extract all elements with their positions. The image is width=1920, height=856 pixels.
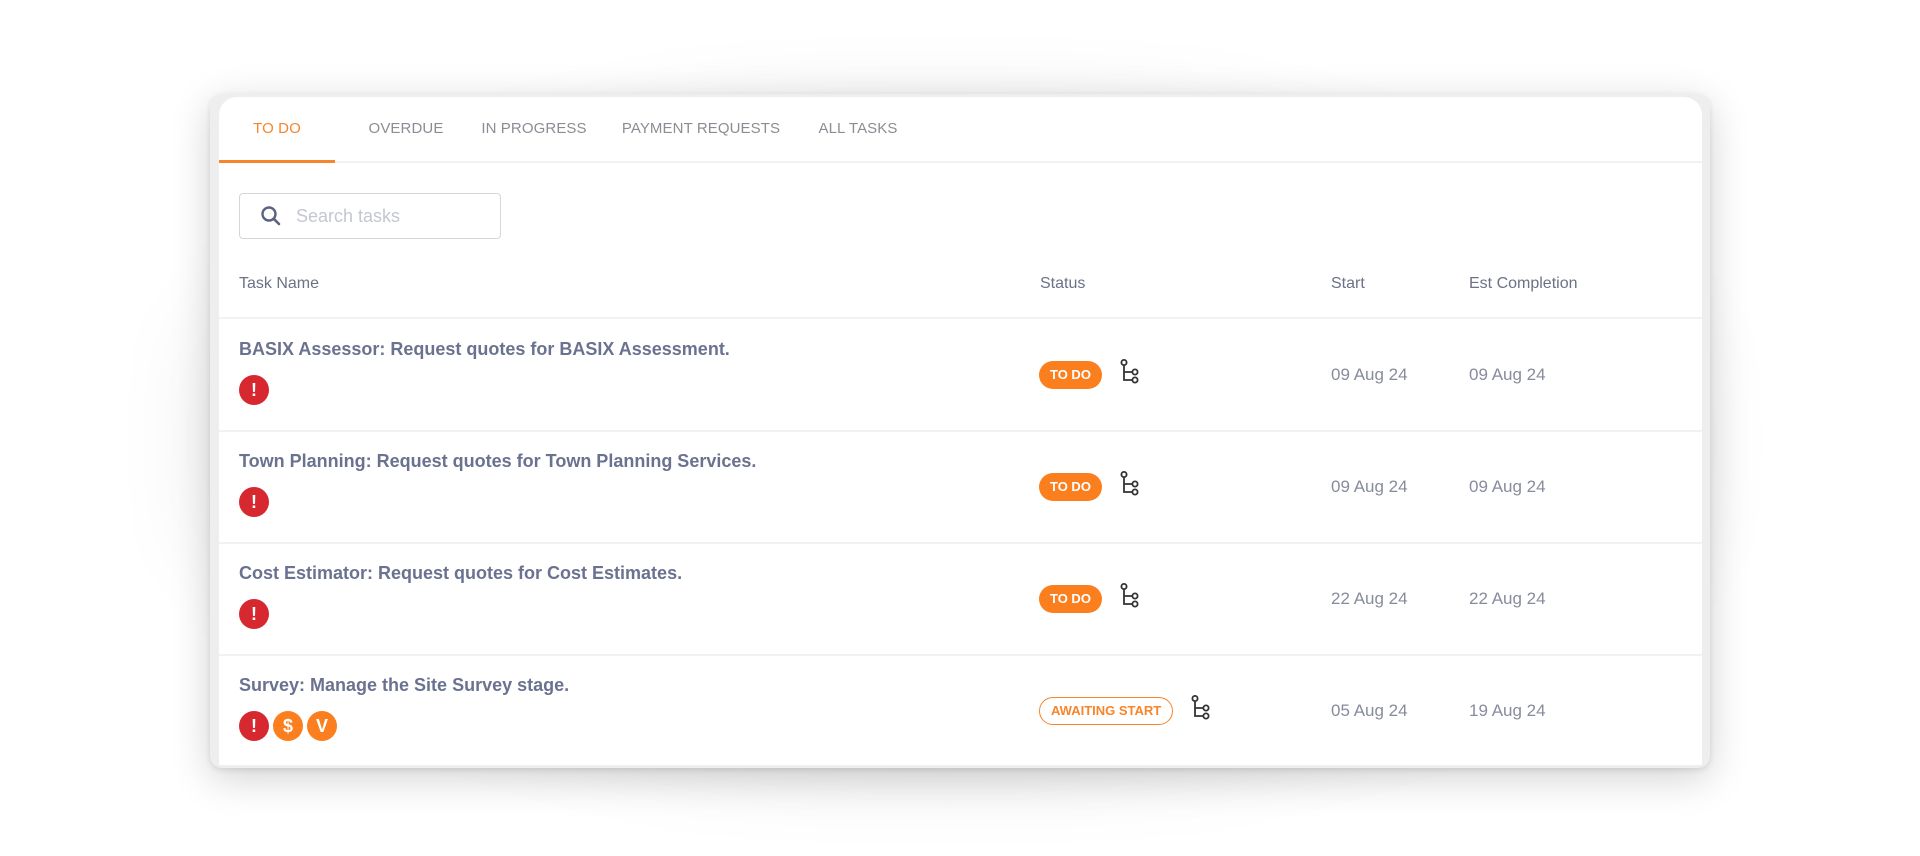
est-completion-date: 19 Aug 24	[1469, 701, 1546, 720]
status-badge: TO DO	[1039, 584, 1102, 613]
est-completion-date: 09 Aug 24	[1469, 477, 1546, 496]
task-badges: !	[239, 375, 273, 405]
status-cell: AWAITING START	[1039, 695, 1211, 726]
tab-overdue[interactable]: OVERDUE	[351, 97, 461, 161]
subtask-tree-icon[interactable]	[1120, 471, 1140, 502]
column-header-task-name[interactable]: Task Name	[239, 275, 319, 293]
tab-all-tasks[interactable]: ALL TASKS	[803, 97, 913, 161]
start-date: 22 Aug 24	[1331, 589, 1408, 608]
task-badges: !	[239, 599, 273, 629]
search-input[interactable]	[294, 204, 478, 228]
search-box[interactable]	[239, 193, 501, 239]
column-header-start[interactable]: Start	[1331, 275, 1365, 293]
search-icon	[261, 206, 281, 226]
status-badge: TO DO	[1039, 472, 1102, 501]
alert-icon: !	[239, 711, 269, 741]
status-badge: AWAITING START	[1039, 696, 1174, 725]
subtask-tree-icon[interactable]	[1191, 695, 1211, 726]
column-header-status[interactable]: Status	[1040, 275, 1085, 293]
table-row[interactable]: Survey: Manage the Site Survey stage. ! $…	[219, 655, 1702, 765]
dollar-icon: $	[273, 711, 303, 741]
tasks-panel: TO DO OVERDUE IN PROGRESS PAYMENT REQUES…	[219, 97, 1702, 765]
task-name-link[interactable]: Town Planning: Request quotes for Town P…	[239, 451, 756, 472]
subtask-tree-icon[interactable]	[1120, 359, 1140, 390]
subtask-tree-icon[interactable]	[1120, 583, 1140, 614]
table-row[interactable]: Cost Estimator: Request quotes for Cost …	[219, 543, 1702, 656]
alert-icon: !	[239, 599, 269, 629]
task-name-link[interactable]: Cost Estimator: Request quotes for Cost …	[239, 563, 682, 584]
column-header-est-completion[interactable]: Est Completion	[1469, 275, 1578, 293]
status-cell: TO DO	[1039, 471, 1140, 502]
variation-icon: V	[307, 711, 337, 741]
status-badge: TO DO	[1039, 360, 1102, 389]
table-row[interactable]: Town Planning: Request quotes for Town P…	[219, 431, 1702, 544]
start-date: 09 Aug 24	[1331, 477, 1408, 496]
alert-icon: !	[239, 487, 269, 517]
task-name-link[interactable]: Survey: Manage the Site Survey stage.	[239, 675, 569, 696]
table-row[interactable]: BASIX Assessor: Request quotes for BASIX…	[219, 319, 1702, 432]
task-name-link[interactable]: BASIX Assessor: Request quotes for BASIX…	[239, 339, 730, 360]
est-completion-date: 22 Aug 24	[1469, 589, 1546, 608]
tab-to-do[interactable]: TO DO	[219, 97, 335, 163]
alert-icon: !	[239, 375, 269, 405]
tab-in-progress[interactable]: IN PROGRESS	[469, 97, 599, 161]
start-date: 05 Aug 24	[1331, 701, 1408, 720]
task-badges: ! $ V	[239, 711, 341, 741]
tab-payment-requests[interactable]: PAYMENT REQUESTS	[609, 97, 793, 161]
start-date: 09 Aug 24	[1331, 365, 1408, 384]
est-completion-date: 09 Aug 24	[1469, 365, 1546, 384]
status-cell: TO DO	[1039, 359, 1140, 390]
tab-bar: TO DO OVERDUE IN PROGRESS PAYMENT REQUES…	[219, 97, 1702, 163]
status-cell: TO DO	[1039, 583, 1140, 614]
task-badges: !	[239, 487, 273, 517]
